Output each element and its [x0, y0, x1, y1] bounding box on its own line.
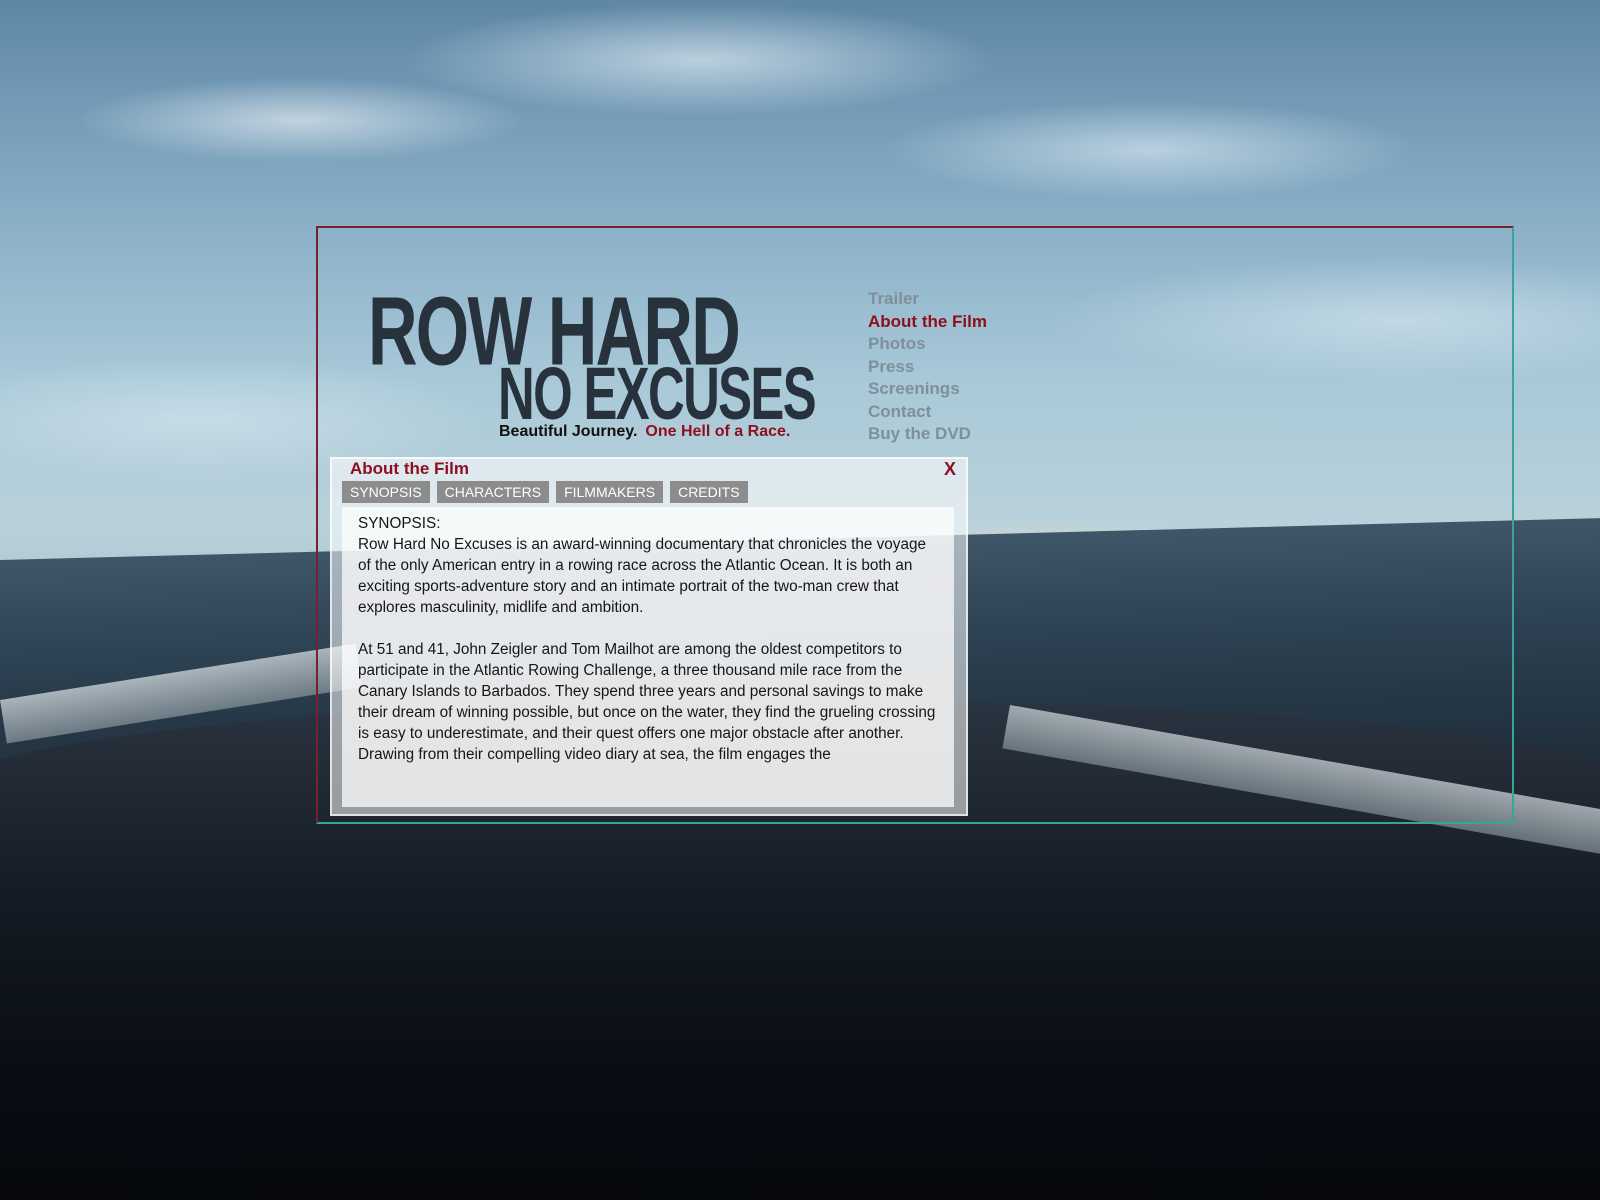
site-logo[interactable]: ROW HARD NO EXCUSES: [368, 282, 828, 432]
tab-filmmakers[interactable]: FILMMAKERS: [556, 481, 664, 503]
synopsis-paragraph-1: Row Hard No Excuses is an award-winning …: [358, 536, 926, 616]
tagline: Beautiful Journey. One Hell of a Race.: [499, 423, 790, 441]
tagline-part-1: Beautiful Journey.: [499, 423, 638, 440]
synopsis-scroll-area[interactable]: SYNOPSIS: Row Hard No Excuses is an awar…: [342, 507, 954, 807]
section-heading: SYNOPSIS:: [358, 515, 441, 532]
nav-item-about-the-film[interactable]: About the Film: [868, 311, 987, 334]
tab-synopsis[interactable]: SYNOPSIS: [342, 481, 430, 503]
nav-item-press[interactable]: Press: [868, 356, 987, 379]
tagline-part-2: One Hell of a Race.: [645, 423, 791, 440]
tab-credits[interactable]: CREDITS: [670, 481, 748, 503]
panel-tabs: SYNOPSIS CHARACTERS FILMMAKERS CREDITS: [342, 481, 748, 503]
nav-item-contact[interactable]: Contact: [868, 401, 987, 424]
about-panel: About the Film X SYNOPSIS CHARACTERS FIL…: [330, 457, 968, 816]
synopsis-paragraph-2: At 51 and 41, John Zeigler and Tom Mailh…: [358, 641, 936, 763]
nav-item-photos[interactable]: Photos: [868, 333, 987, 356]
nav-item-buy-the-dvd[interactable]: Buy the DVD: [868, 423, 987, 446]
tab-characters[interactable]: CHARACTERS: [436, 481, 550, 503]
synopsis-text: SYNOPSIS: Row Hard No Excuses is an awar…: [358, 513, 938, 786]
nav-item-screenings[interactable]: Screenings: [868, 378, 987, 401]
logo-line-2: NO EXCUSES: [498, 353, 817, 436]
main-nav: Trailer About the Film Photos Press Scre…: [868, 288, 987, 446]
close-button[interactable]: X: [944, 459, 956, 480]
panel-title: About the Film: [350, 459, 469, 478]
nav-item-trailer[interactable]: Trailer: [868, 288, 987, 311]
